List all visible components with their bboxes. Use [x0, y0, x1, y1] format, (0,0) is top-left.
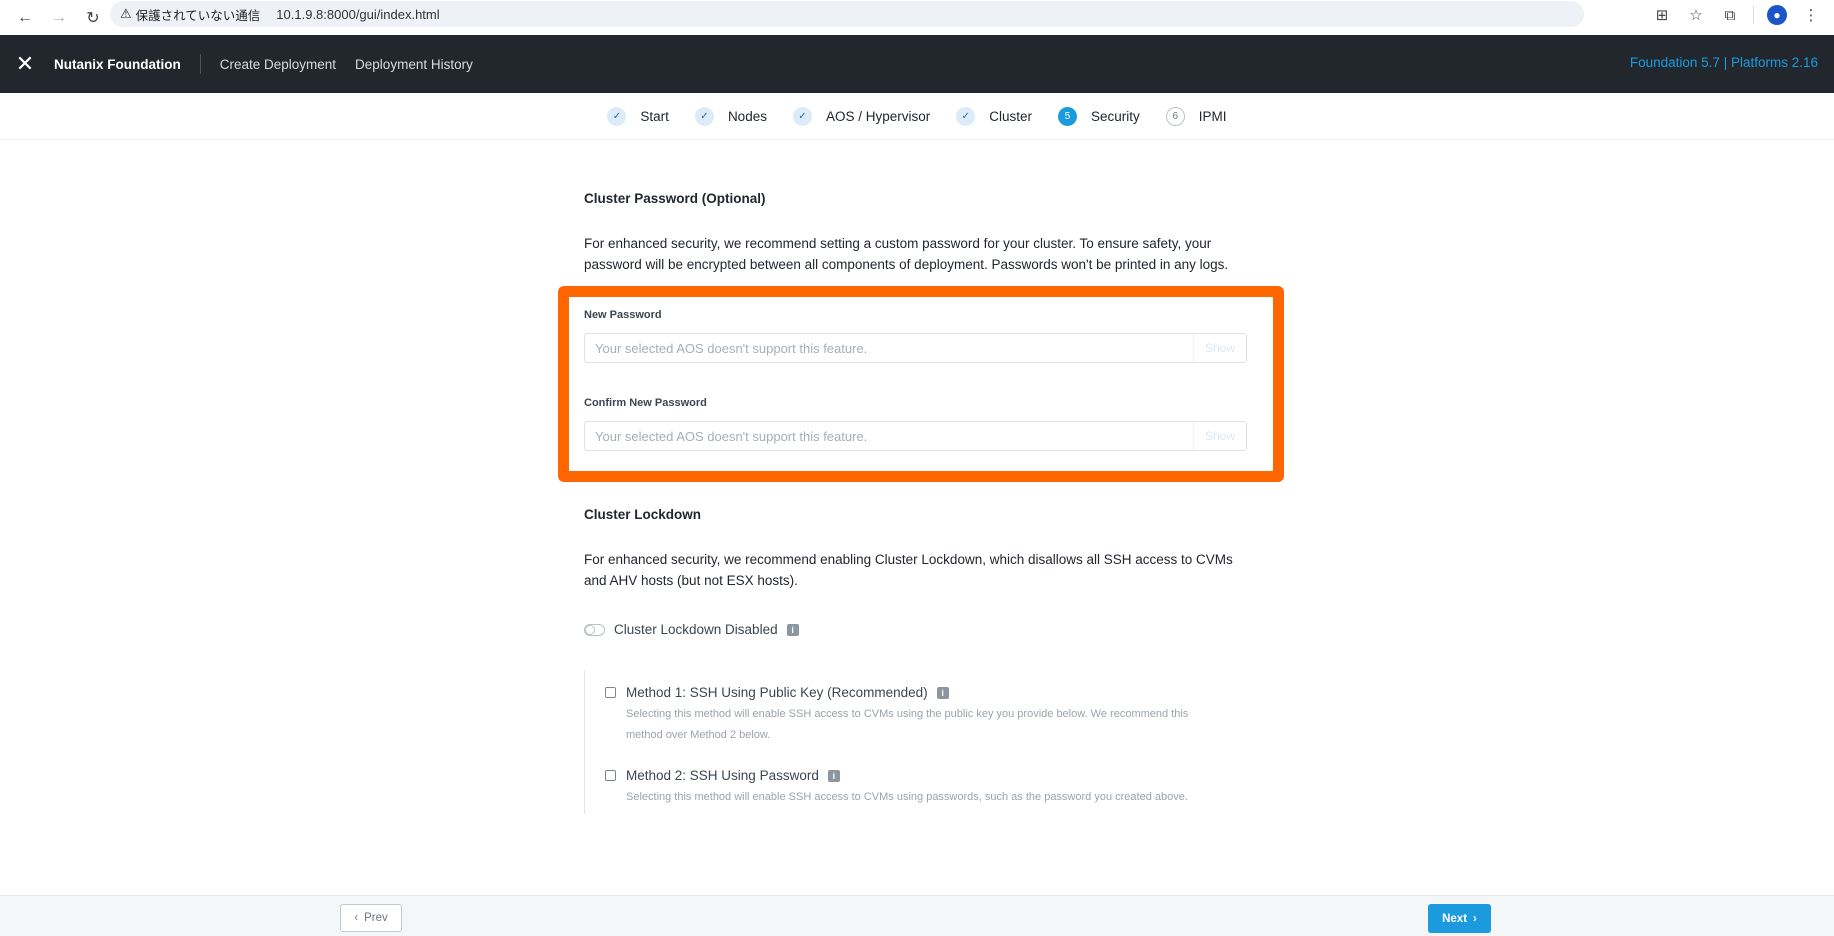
method2-row: Method 2: SSH Using Password i: [605, 768, 840, 783]
extensions-icon[interactable]: ⧉: [1715, 2, 1745, 28]
new-password-field[interactable]: Your selected AOS doesn't support this f…: [584, 333, 1247, 363]
new-password-label: New Password: [584, 309, 662, 321]
method1-row: Method 1: SSH Using Public Key (Recommen…: [605, 685, 949, 700]
version-info: Foundation 5.7 | Platforms 2.16: [1629, 55, 1818, 70]
show-password-button[interactable]: Show: [1193, 334, 1246, 362]
address-bar[interactable]: ⚠ 保護されていない通信 10.1.9.8:8000/gui/index.htm…: [110, 1, 1584, 27]
chevron-left-icon: ‹: [354, 912, 359, 924]
toolbar-divider: [1753, 6, 1754, 24]
avatar-icon: ●: [1767, 5, 1787, 25]
check-icon: ✓: [607, 106, 627, 126]
nutanix-logo-icon: ✕: [15, 51, 35, 76]
methods-rail: [584, 670, 585, 814]
lockdown-toggle[interactable]: [584, 623, 605, 636]
bookmark-star-icon[interactable]: ☆: [1681, 2, 1711, 28]
brand-title: Nutanix Foundation: [54, 56, 181, 72]
show-confirm-password-button[interactable]: Show: [1193, 422, 1246, 450]
check-icon: ✓: [792, 106, 812, 126]
chevron-right-icon: ›: [1473, 912, 1477, 925]
confirm-password-label: Confirm New Password: [584, 397, 707, 409]
info-icon[interactable]: i: [786, 623, 799, 636]
forward-icon[interactable]: →: [42, 5, 76, 31]
lockdown-toggle-row: Cluster Lockdown Disabled i: [584, 622, 799, 637]
confirm-password-placeholder: Your selected AOS doesn't support this f…: [595, 428, 868, 444]
wizard-footer: ‹ Prev Next ›: [0, 895, 1834, 936]
info-icon[interactable]: i: [936, 686, 949, 699]
method1-description: Selecting this method will enable SSH ac…: [626, 708, 1189, 741]
next-button[interactable]: Next ›: [1428, 904, 1491, 933]
translate-icon[interactable]: ⊞: [1647, 2, 1677, 28]
confirm-password-field[interactable]: Your selected AOS doesn't support this f…: [584, 421, 1247, 451]
info-icon[interactable]: i: [827, 769, 840, 782]
browser-toolbar: ← → ↻ ⚠ 保護されていない通信 10.1.9.8:8000/gui/ind…: [0, 0, 1834, 35]
wizard-stepper: ✓ Start ✓ Nodes ✓ AOS / Hypervisor ✓ Clu…: [0, 93, 1834, 140]
menu-kebab-icon[interactable]: ⋮: [1796, 2, 1826, 28]
method1-title: Method 1: SSH Using Public Key (Recommen…: [626, 685, 928, 700]
highlight-box: [558, 286, 1284, 482]
cluster-password-title: Cluster Password (Optional): [584, 191, 766, 206]
step-security[interactable]: 5 Security: [1058, 106, 1140, 126]
lockdown-toggle-label: Cluster Lockdown Disabled: [614, 622, 778, 637]
method2-title: Method 2: SSH Using Password: [626, 768, 819, 783]
url-text: 10.1.9.8:8000/gui/index.html: [276, 6, 440, 22]
step-aos-hypervisor[interactable]: ✓ AOS / Hypervisor: [792, 106, 930, 126]
cluster-lockdown-title: Cluster Lockdown: [584, 507, 702, 522]
warning-icon: ⚠: [120, 6, 132, 21]
cluster-lockdown-description: For enhanced security, we recommend enab…: [584, 552, 1233, 588]
method2-description: Selecting this method will enable SSH ac…: [626, 791, 1188, 803]
step-number-badge: 6: [1165, 106, 1185, 126]
method2-checkbox[interactable]: [605, 770, 616, 781]
step-cluster[interactable]: ✓ Cluster: [956, 106, 1032, 126]
step-nodes[interactable]: ✓ Nodes: [694, 106, 767, 126]
security-warning[interactable]: ⚠ 保護されていない通信: [120, 5, 276, 24]
step-number-badge: 5: [1058, 106, 1078, 126]
reload-icon[interactable]: ↻: [76, 5, 110, 31]
cluster-password-description: For enhanced security, we recommend sett…: [584, 236, 1229, 272]
method1-checkbox[interactable]: [605, 687, 616, 698]
nav-create-deployment[interactable]: Create Deployment: [220, 57, 336, 72]
step-start[interactable]: ✓ Start: [607, 106, 669, 126]
check-icon: ✓: [956, 106, 976, 126]
header-divider: [199, 54, 201, 74]
back-icon[interactable]: ←: [8, 5, 42, 31]
app-header: ✕ Nutanix Foundation Create Deployment D…: [0, 35, 1834, 93]
prev-button[interactable]: ‹ Prev: [340, 904, 402, 932]
nav-deployment-history[interactable]: Deployment History: [355, 57, 473, 72]
profile-button[interactable]: ●: [1762, 2, 1792, 28]
new-password-placeholder: Your selected AOS doesn't support this f…: [595, 340, 868, 356]
step-ipmi[interactable]: 6 IPMI: [1165, 106, 1227, 126]
check-icon: ✓: [694, 106, 714, 126]
